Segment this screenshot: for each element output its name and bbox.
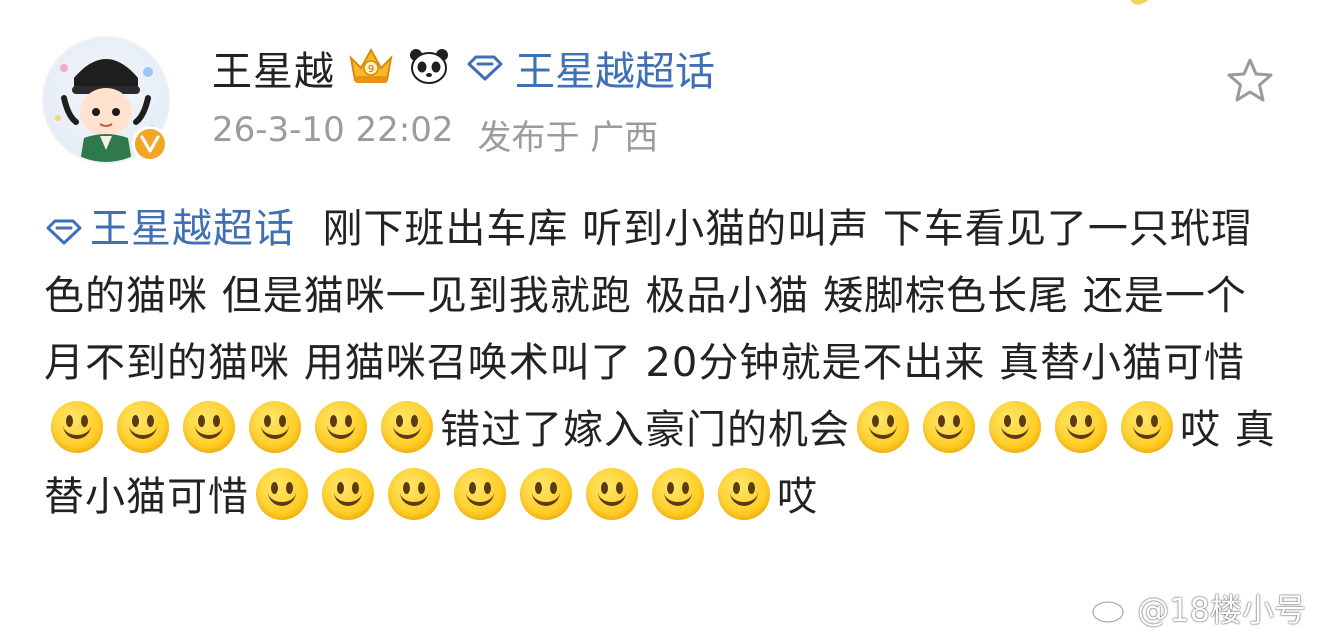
smile-emoji [183,401,235,453]
diamond-icon [46,219,82,245]
supertopic-link[interactable]: 王星越超话 [465,39,715,97]
favorite-star-button[interactable] [1222,52,1278,108]
smile-emoji [652,468,704,520]
emoji-group-3 [249,468,777,520]
post-meta: 26-3-10 22:02 发布于 广西 [212,110,1200,159]
smile-emoji [117,401,169,453]
star-icon [1227,58,1273,102]
smile-emoji [381,401,433,453]
panda-icon[interactable] [407,46,451,90]
smile-emoji [249,401,301,453]
weibo-watermark: @18楼小号 [1091,585,1306,631]
smile-emoji [989,401,1041,453]
weibo-logo-icon [1091,593,1129,624]
svg-text:9: 9 [368,64,374,75]
emoji-group-1 [44,401,440,453]
content-text-4: 哎 [777,474,818,520]
post-header: 王星越 9 王星越超话 26-3-10 22:02 发布于 广西 [212,38,1200,159]
verified-badge-icon [132,126,168,162]
top-decoration [1128,0,1152,7]
smile-emoji [857,401,909,453]
smile-emoji [322,468,374,520]
content-supertopic-link[interactable]: 王星越超话 [44,206,295,252]
post-date: 26-3-10 22:02 [212,110,454,150]
smile-emoji [454,468,506,520]
smile-emoji [586,468,638,520]
supertopic-label: 王星越超话 [515,49,715,95]
name-row: 王星越 9 王星越超话 [212,38,1200,98]
content-supertopic-label: 王星越超话 [90,206,295,252]
post-location: 发布于 广西 [477,118,659,158]
smile-emoji [256,468,308,520]
author-avatar[interactable] [42,36,170,164]
emoji-group-2 [850,401,1180,453]
content-text-2: 错过了嫁入豪门的机会 [440,407,850,453]
smile-emoji [315,401,367,453]
diamond-icon [467,55,503,81]
smile-emoji [51,401,103,453]
smile-emoji [1121,401,1173,453]
smile-emoji [923,401,975,453]
smile-emoji [718,468,770,520]
post-content: 王星越超话 刚下班出车库 听到小猫的叫声 下车看见了一只玳瑁色的猫咪 但是猫咪一… [44,196,1284,531]
author-name[interactable]: 王星越 [212,39,335,97]
smile-emoji [1055,401,1107,453]
smile-emoji [388,468,440,520]
crown-badge-icon[interactable]: 9 [347,46,395,90]
smile-emoji [520,468,572,520]
watermark-text: @18楼小号 [1137,591,1306,629]
